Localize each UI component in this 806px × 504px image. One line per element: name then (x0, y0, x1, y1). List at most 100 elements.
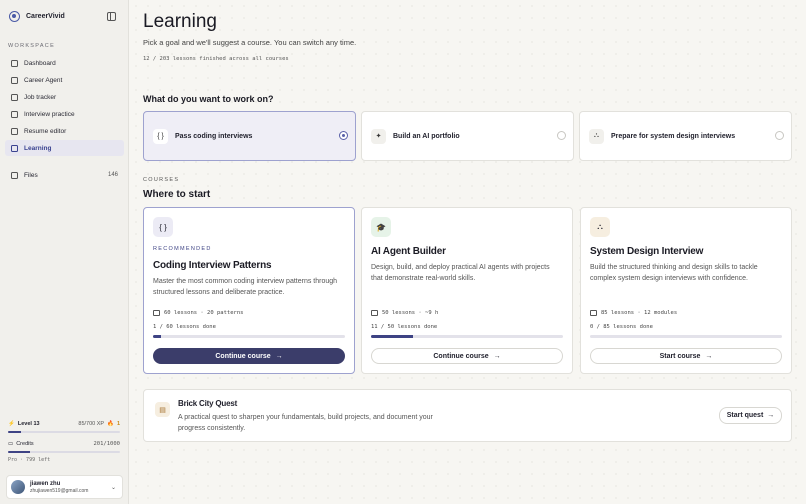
level-label: Level 13 (17, 421, 40, 427)
sidebar-item-label: Interview practice (24, 110, 75, 118)
folder-icon (11, 171, 18, 179)
briefcase-icon (11, 93, 18, 101)
course-meta: 60 lessons · 20 patterns (153, 310, 243, 316)
sidebar-item-interview-practice[interactable]: Interview practice (5, 106, 124, 122)
credits-progress-bar (8, 451, 120, 453)
start-course-button[interactable]: Start course → (590, 348, 782, 364)
goal-option-coding-interviews[interactable]: { } Pass coding interviews (143, 111, 356, 161)
sidebar-item-learning[interactable]: Learning (5, 140, 124, 156)
brand-name: CareerVivid (26, 13, 65, 20)
sidebar-item-career-agent[interactable]: Career Agent (5, 72, 124, 88)
overall-progress: 12 / 203 lessons finished across all cou… (143, 56, 289, 62)
goal-label: Build an AI portfolio (393, 132, 460, 140)
course-progress-text: 1 / 60 lessons done (153, 324, 216, 330)
brand-logo-icon (9, 11, 20, 22)
goal-radio[interactable] (557, 131, 566, 140)
goal-radio[interactable] (339, 131, 348, 140)
arrow-right-icon: → (767, 412, 775, 419)
streak-count: 1 (116, 421, 120, 427)
main-content: Learning Pick a goal and we'll suggest a… (130, 0, 806, 504)
course-card-ai-agent-builder: 🎓 AI Agent Builder Design, build, and de… (361, 207, 573, 374)
button-label: Start quest (726, 412, 764, 419)
sidebar-item-label: Learning (24, 144, 52, 152)
course-progress-text: 0 / 85 lessons done (590, 324, 653, 330)
sidebar-item-dashboard[interactable]: Dashboard (5, 55, 124, 71)
goal-option-system-design[interactable]: ⛬ Prepare for system design interviews (579, 111, 792, 161)
sidebar-collapse-icon[interactable] (107, 12, 116, 21)
course-meta-text: 50 lessons · ~9 h (382, 310, 439, 316)
course-progress-bar (590, 335, 782, 338)
credits-label: Credits (16, 441, 34, 447)
sidebar-item-label: Dashboard (24, 59, 56, 67)
course-title: AI Agent Builder (371, 246, 446, 257)
code-braces-icon: { } (153, 217, 173, 237)
workspace-label: WORKSPACE (8, 43, 56, 49)
goal-heading: What do you want to work on? (143, 94, 274, 104)
course-progress-bar (153, 335, 345, 338)
chevron-down-icon: ⌄ (110, 484, 116, 491)
course-progress-fill (153, 335, 161, 338)
grid-icon (11, 59, 18, 67)
button-label: Continue course (215, 352, 271, 360)
avatar (11, 480, 25, 494)
xp-count: 85/700 XP (78, 421, 105, 427)
lightning-icon: ⚡ (8, 421, 15, 427)
page-subtitle: Pick a goal and we'll suggest a course. … (143, 38, 357, 47)
user-menu[interactable]: jiawen zhu zhujiawen519@gmail.com ⌄ (6, 475, 123, 499)
goal-label: Pass coding interviews (175, 132, 253, 140)
goal-radio[interactable] (775, 131, 784, 140)
course-description: Build the structured thinking and design… (590, 264, 758, 282)
network-icon: ⛬ (590, 217, 610, 237)
courses-heading: Where to start (143, 189, 211, 200)
plan-status: Pro · 799 left (8, 457, 51, 463)
agent-icon (11, 76, 18, 84)
brand[interactable]: CareerVivid (9, 11, 65, 22)
quest-description: A practical quest to sharpen your fundam… (178, 414, 433, 432)
code-braces-icon: { } (153, 128, 168, 144)
book-icon (153, 310, 160, 316)
quest-title: Brick City Quest (178, 399, 238, 408)
goal-label: Prepare for system design interviews (611, 132, 736, 140)
credits-value: 201/1000 (93, 441, 121, 447)
arrow-right-icon: → (705, 352, 713, 360)
user-email: zhujiawen519@gmail.com (30, 487, 89, 494)
sidebar-item-resume-editor[interactable]: Resume editor (5, 123, 124, 139)
files-label: Files (24, 171, 38, 179)
course-progress-text: 11 / 50 lessons done (371, 324, 438, 330)
course-meta-text: 85 lessons · 12 modules (601, 310, 678, 316)
start-quest-button[interactable]: Start quest → (719, 407, 782, 424)
bricks-icon: ▤ (155, 402, 170, 417)
courses-label: COURSES (143, 177, 180, 183)
course-meta: 50 lessons · ~9 h (371, 310, 438, 316)
book-icon (590, 310, 597, 316)
sidebar-item-label: Resume editor (24, 127, 67, 135)
book-icon (371, 310, 378, 316)
quest-card: ▤ Brick City Quest A practical quest to … (143, 389, 792, 442)
arrow-right-icon: → (493, 352, 501, 360)
arrow-right-icon: → (275, 352, 283, 360)
continue-course-button[interactable]: Continue course → (153, 348, 345, 364)
course-description: Master the most common coding interview … (153, 278, 338, 296)
course-progress-bar (371, 335, 563, 338)
book-icon (11, 144, 18, 152)
course-progress-fill (371, 335, 414, 338)
page-title: Learning (143, 11, 217, 32)
network-icon: ⛬ (589, 128, 604, 144)
button-label: Start course (659, 352, 701, 360)
course-meta-text: 60 lessons · 20 patterns (164, 310, 244, 316)
files-count: 146 (107, 172, 118, 178)
mic-icon (11, 110, 18, 118)
course-title: Coding Interview Patterns (153, 260, 272, 271)
goal-option-ai-portfolio[interactable]: ✦ Build an AI portfolio (361, 111, 574, 161)
course-card-coding-interview-patterns: { } RECOMMENDED Coding Interview Pattern… (143, 207, 355, 374)
continue-course-button[interactable]: Continue course → (371, 348, 563, 364)
xp-progress-fill (8, 431, 22, 433)
level-widget: ⚡ Level 13 85/700 XP 🔥 1 ▭ Credits 201/1… (8, 421, 120, 463)
sidebar-nav: Dashboard Career Agent Job tracker Inter… (5, 55, 124, 157)
sidebar-item-job-tracker[interactable]: Job tracker (5, 89, 124, 105)
graduation-cap-icon: 🎓 (371, 217, 391, 237)
sparkle-icon: ✦ (371, 128, 386, 144)
flame-icon: 🔥 (107, 421, 114, 427)
sidebar-item-files[interactable]: Files 146 (5, 167, 124, 183)
user-name: jiawen zhu (30, 480, 61, 487)
